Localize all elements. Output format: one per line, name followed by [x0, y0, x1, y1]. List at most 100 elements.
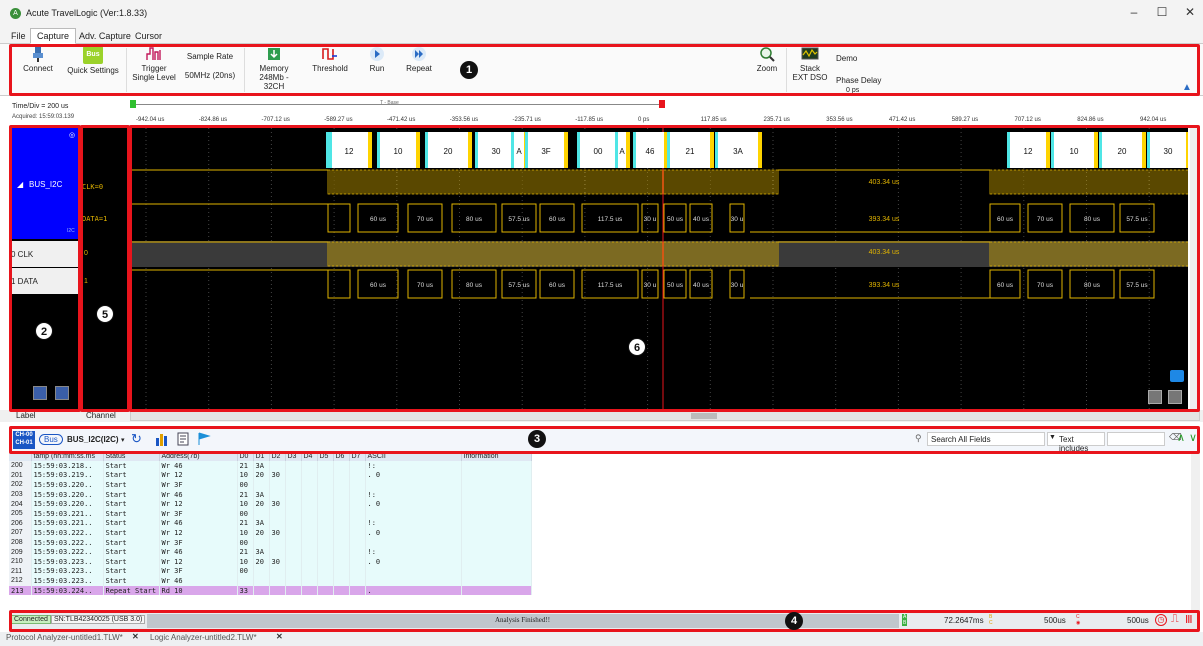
- timer-icon[interactable]: ◷: [1155, 614, 1167, 626]
- memory-button[interactable]: Memory 248Mb - 32CH: [248, 46, 300, 94]
- clk-pulse: [603, 169, 607, 195]
- ch0-label-block[interactable]: 0 CLK: [9, 241, 79, 267]
- statistics-chart-icon[interactable]: [155, 432, 169, 446]
- column-header[interactable]: [9, 452, 32, 461]
- table-cell: Wr 46: [159, 489, 238, 500]
- bus-selector[interactable]: BUS_I2C(I2C): [67, 435, 119, 444]
- column-header[interactable]: ASCII: [365, 452, 462, 461]
- fit-view-icon[interactable]: [1170, 370, 1184, 382]
- cursor-a-marker[interactable]: [130, 100, 136, 108]
- column-header[interactable]: D2: [269, 452, 286, 461]
- waveform-display[interactable]: 12 10 20 30 A 3F 00 A 46 21 3A 12 10 20 30 403.34 us 403…: [130, 128, 1188, 410]
- export-report-icon[interactable]: [177, 432, 191, 446]
- tab-cursor[interactable]: Cursor: [128, 28, 169, 44]
- table-scrollbar[interactable]: [1191, 452, 1200, 610]
- collapse-ribbon-icon[interactable]: ▲: [1182, 82, 1192, 93]
- trigger-button[interactable]: Trigger Single Level: [130, 46, 178, 94]
- expand-triangle-icon[interactable]: ◢: [17, 180, 23, 189]
- quick-settings-button[interactable]: Bus Quick Settings: [64, 46, 122, 94]
- clk-pulse: [747, 169, 751, 195]
- table-row[interactable]: 210 15:59:03.223.. Start Wr 12 10 20 30 . 0: [9, 556, 532, 567]
- table-row[interactable]: 213 15:59:03.224.. Repeat Start Rd 10 33.: [9, 585, 532, 596]
- clk-pulse: [679, 169, 683, 195]
- column-header[interactable]: D0: [237, 452, 254, 461]
- search-up-icon[interactable]: ∧: [1177, 431, 1185, 444]
- run-button[interactable]: Run: [362, 46, 392, 94]
- table-row[interactable]: 211 15:59:03.223.. Start Wr 3F 00: [9, 566, 532, 577]
- horizontal-scrollbar[interactable]: [130, 411, 1200, 421]
- tab-capture[interactable]: Capture: [30, 28, 77, 44]
- channel-number-panel: CLK=0 DATA=1 0 1: [82, 128, 128, 410]
- table-cell: 10: [237, 528, 254, 538]
- zoom-button[interactable]: Zoom: [752, 46, 782, 94]
- filter-mode-select[interactable]: ▼ Text includes: [1047, 432, 1105, 453]
- table-row[interactable]: 200 15:59:03.218.. Start Wr 46 21 3A!:: [9, 461, 532, 471]
- clk-pulse: [383, 169, 387, 195]
- packet-start-marker: [1007, 132, 1010, 168]
- settings-dot-icon[interactable]: ◎: [69, 131, 75, 139]
- table-row[interactable]: 208 15:59:03.222.. Start Wr 3F 00: [9, 537, 532, 548]
- table-row[interactable]: 203 15:59:03.220.. Start Wr 46 21 3A!:: [9, 489, 532, 500]
- cursor-b-marker[interactable]: [659, 100, 665, 108]
- stack-ext-dso-button[interactable]: Stack EXT DSO: [792, 46, 828, 94]
- close-tab-icon[interactable]: ✕: [276, 632, 283, 641]
- ch1-label-block[interactable]: 1 DATA: [9, 268, 79, 294]
- search-field[interactable]: Search All Fields: [927, 432, 1045, 446]
- bus-waveform-icon[interactable]: Ⅲ: [1185, 613, 1193, 626]
- close-tab-icon[interactable]: ✕: [132, 632, 139, 641]
- sample-rate-value[interactable]: 50MHz (20ns): [180, 71, 240, 80]
- document-tab-protocol[interactable]: Protocol Analyzer-untitled1.TLW*: [6, 633, 123, 642]
- bus-chip[interactable]: Bus: [39, 434, 63, 445]
- threshold-button[interactable]: Threshold: [310, 46, 350, 94]
- bookmark-flag-icon[interactable]: [197, 432, 211, 446]
- decode-results-table: tamp (hh:mm:ss.ms Status Address(7b) D0 D1 D2…: [9, 452, 1200, 610]
- column-header[interactable]: D5: [317, 452, 334, 461]
- column-header[interactable]: D6: [333, 452, 350, 461]
- ruler-tick-label: -589.27 us: [324, 117, 353, 123]
- column-header[interactable]: D1: [253, 452, 270, 461]
- zoom-in-icon[interactable]: [1148, 390, 1162, 404]
- column-header[interactable]: D4: [301, 452, 318, 461]
- table-row[interactable]: 205 15:59:03.221.. Start Wr 3F 00: [9, 508, 532, 519]
- refresh-icon[interactable]: ↻: [131, 431, 142, 447]
- minimize-button[interactable]: –: [1124, 5, 1144, 19]
- column-header[interactable]: Information: [461, 452, 532, 461]
- column-header[interactable]: tamp (hh:mm:ss.ms: [31, 452, 104, 461]
- zoom-out-icon[interactable]: [1168, 390, 1182, 404]
- pulse-icon[interactable]: ⎍: [1171, 613, 1179, 626]
- table-cell: [253, 537, 270, 548]
- clk-pulse: [1117, 169, 1121, 195]
- bus-label-block[interactable]: ◎ ◢ BUS_I2C I2C: [9, 128, 79, 239]
- close-button[interactable]: ✕: [1180, 5, 1200, 19]
- tab-file[interactable]: File: [4, 28, 33, 44]
- table-row[interactable]: 202 15:59:03.220.. Start Wr 3F 00: [9, 480, 532, 490]
- sample-rate-control[interactable]: Sample Rate 50MHz (20ns): [180, 46, 240, 94]
- connect-button[interactable]: Connect: [18, 46, 58, 94]
- document-tab-logic[interactable]: Logic Analyzer-untitled2.TLW*: [150, 633, 257, 642]
- table-cell: [269, 461, 286, 471]
- filter-text-input[interactable]: [1107, 432, 1165, 446]
- add-channel-icon[interactable]: [33, 386, 47, 400]
- table-row[interactable]: 204 15:59:03.220.. Start Wr 12 10 20 30 . 0: [9, 499, 532, 509]
- add-bus-icon[interactable]: [55, 386, 69, 400]
- table-row[interactable]: 209 15:59:03.222.. Start Wr 46 21 3A!:: [9, 547, 532, 557]
- table-row[interactable]: 201 15:59:03.219.. Start Wr 12 10 20 30 . 0: [9, 470, 532, 481]
- column-header[interactable]: D3: [285, 452, 302, 461]
- channel-badge[interactable]: CH-00 CH-01: [13, 431, 35, 449]
- maximize-button[interactable]: ☐: [1152, 5, 1172, 19]
- column-header[interactable]: Address(7b): [159, 452, 238, 461]
- scrollbar-thumb[interactable]: [691, 413, 717, 419]
- waveform-canvas[interactable]: 12 10 20 30 A 3F 00 A 46 21 3A 12 10 20 30 403.34 us 403…: [130, 128, 1188, 410]
- packet-ack-marker: [1186, 132, 1188, 168]
- bus-dropdown-icon[interactable]: ▾: [121, 436, 125, 444]
- table-cell: Start: [103, 508, 160, 519]
- table-row[interactable]: 207 15:59:03.222.. Start Wr 12 10 20 30 . 0: [9, 528, 532, 538]
- column-header[interactable]: D7: [349, 452, 366, 461]
- search-down-icon[interactable]: ∨: [1189, 431, 1197, 444]
- table-row[interactable]: 206 15:59:03.221.. Start Wr 46 21 3A!:: [9, 518, 532, 529]
- vertical-scrollbar[interactable]: [1190, 128, 1200, 410]
- repeat-button[interactable]: Repeat: [400, 46, 438, 94]
- phase-delay-value[interactable]: 0 ps: [846, 87, 859, 94]
- column-header[interactable]: Status: [103, 452, 160, 461]
- table-row[interactable]: 212 15:59:03.223.. Start Wr 46: [9, 576, 532, 586]
